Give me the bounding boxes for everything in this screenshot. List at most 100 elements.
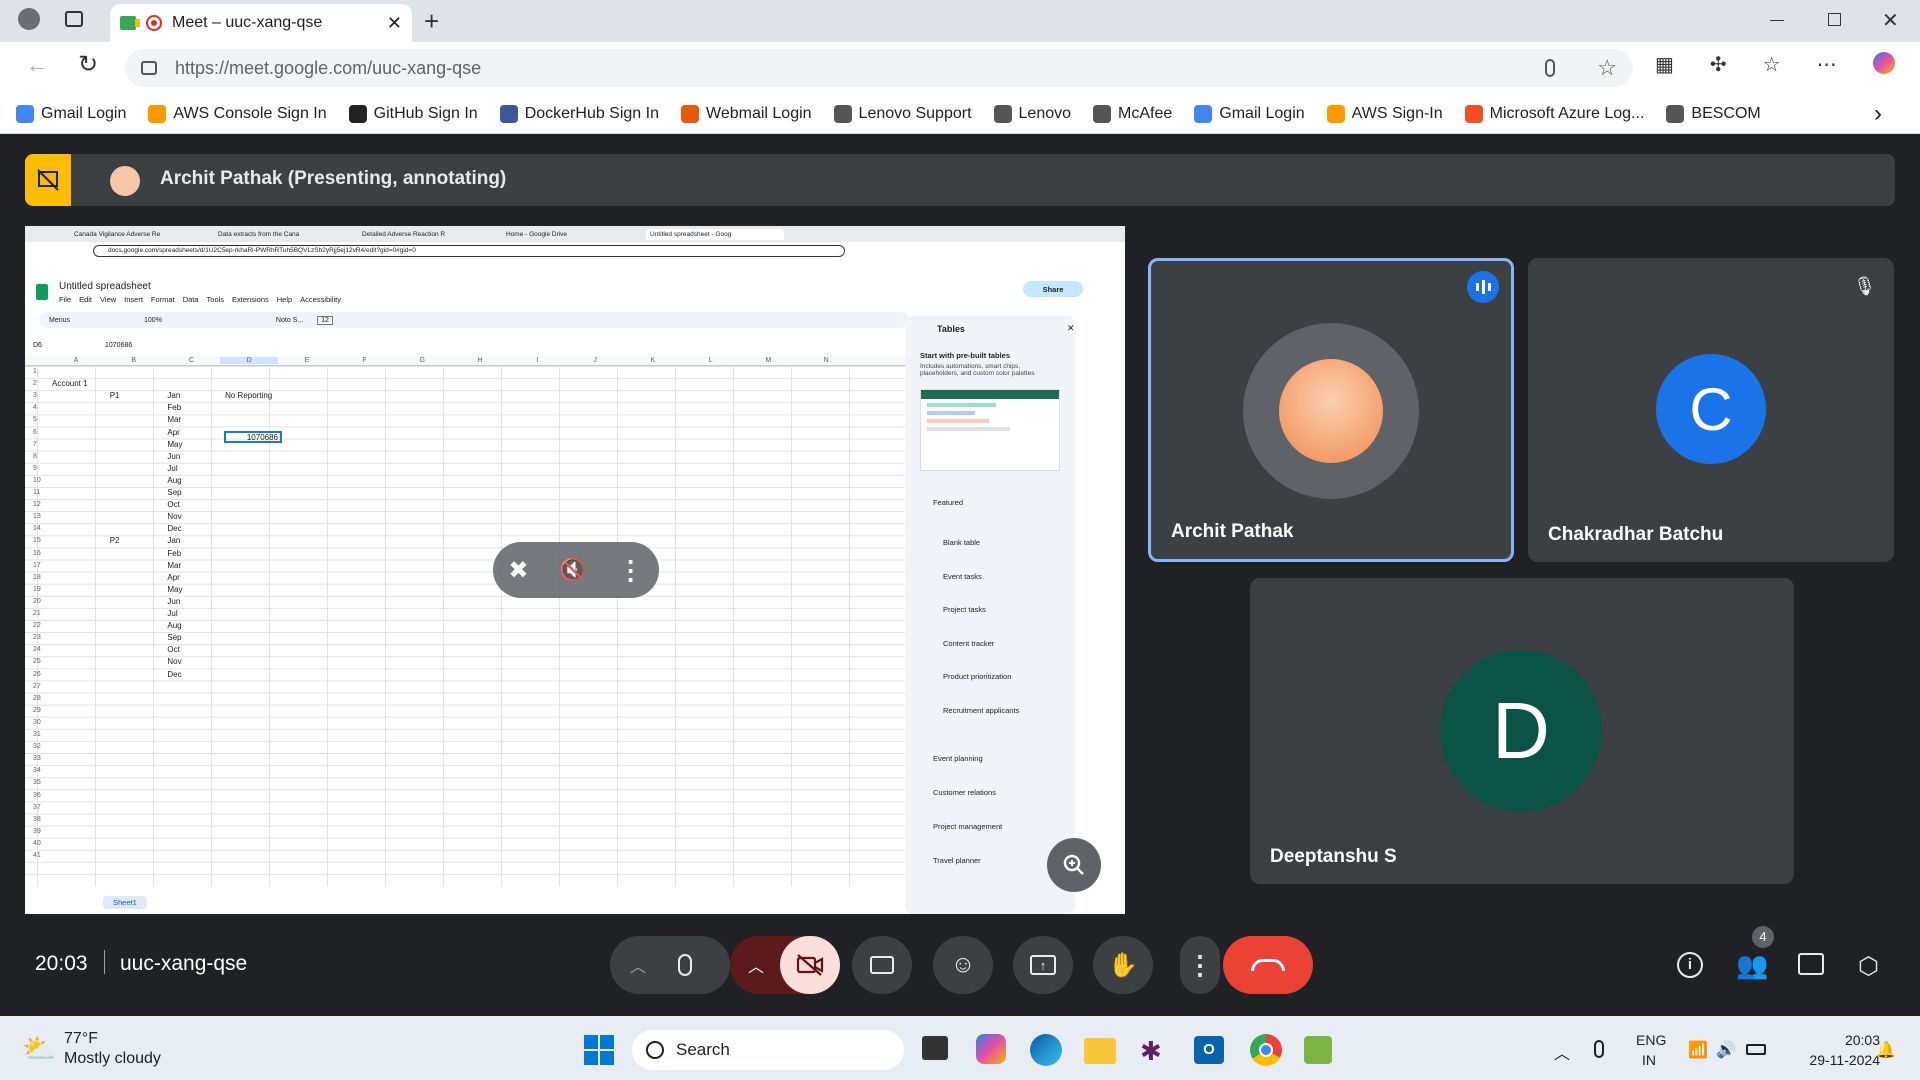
font-select[interactable]: Noto S... <box>276 317 303 324</box>
bookmarks-overflow-icon[interactable]: › <box>1874 100 1882 128</box>
table-template-item[interactable]: Recruitment applicants <box>943 706 1019 715</box>
activities-icon[interactable]: ⬡ <box>1858 952 1879 981</box>
row-header[interactable]: 28 <box>33 695 41 702</box>
table-template-group[interactable]: Event planning <box>933 754 983 763</box>
sheets-menu-item[interactable]: Extensions <box>232 295 269 304</box>
row-header[interactable]: 4 <box>33 404 37 411</box>
sheets-menu-item[interactable]: Insert <box>124 295 143 304</box>
share-button[interactable]: Share <box>1023 281 1083 297</box>
row-header[interactable]: 29 <box>33 707 41 714</box>
slack-icon[interactable]: ✱ <box>1140 1036 1162 1067</box>
more-icon[interactable]: ⋯ <box>1817 52 1837 77</box>
sheets-menu-item[interactable]: Edit <box>79 295 92 304</box>
sheets-menu-item[interactable]: Help <box>277 295 292 304</box>
column-header[interactable]: J <box>566 357 624 364</box>
task-view-icon[interactable] <box>922 1036 948 1060</box>
row-header[interactable]: 19 <box>33 586 41 593</box>
row-header[interactable]: 41 <box>33 852 41 859</box>
row-header[interactable]: 31 <box>33 731 41 738</box>
edge-icon[interactable] <box>1030 1034 1062 1066</box>
taskbar-time[interactable]: 20:03 <box>1800 1032 1880 1048</box>
row-header[interactable]: 33 <box>33 755 41 762</box>
sheet-cell[interactable]: Dec <box>167 524 181 533</box>
row-header[interactable]: 36 <box>33 792 41 799</box>
column-header[interactable]: H <box>451 357 509 364</box>
row-header[interactable]: 27 <box>33 683 41 690</box>
sheet-cell[interactable]: Mar <box>167 415 181 424</box>
bookmark-item[interactable]: Webmail Login <box>681 104 812 123</box>
sheet-cell[interactable]: Nov <box>167 657 181 666</box>
sheet-cell[interactable]: Jul <box>167 609 177 618</box>
extensions-icon[interactable]: ✣ <box>1710 52 1727 77</box>
row-header[interactable]: 37 <box>33 804 41 811</box>
table-template-group[interactable]: Customer relations <box>933 788 996 797</box>
row-header[interactable]: 18 <box>33 574 41 581</box>
column-header[interactable]: E <box>278 357 336 364</box>
site-info-icon[interactable] <box>141 61 157 75</box>
file-explorer-icon[interactable] <box>1084 1038 1116 1064</box>
featured-label[interactable]: Featured <box>933 498 963 507</box>
favorites-icon[interactable]: ☆ <box>1763 52 1781 77</box>
sheet-cell[interactable]: P1 <box>110 391 120 400</box>
column-header[interactable]: N <box>797 357 855 364</box>
taskbar-search[interactable]: Search <box>632 1030 904 1070</box>
sheet-cell[interactable]: May <box>167 585 182 594</box>
weather-icon[interactable]: ⛅ <box>22 1032 57 1065</box>
sheet-cell[interactable]: Feb <box>167 549 181 558</box>
sheet-cell[interactable]: No Reporting <box>225 391 272 400</box>
row-header[interactable]: 10 <box>33 477 41 484</box>
table-template-item[interactable]: Content tracker <box>943 639 994 648</box>
row-header[interactable]: 39 <box>33 828 41 835</box>
row-header[interactable]: 30 <box>33 719 41 726</box>
profile-icon[interactable] <box>18 8 40 30</box>
table-template-item[interactable]: Product prioritization <box>943 672 1011 681</box>
tab-actions-icon[interactable] <box>65 11 83 27</box>
sheet-cell[interactable]: Account 1 <box>52 379 88 388</box>
bookmark-item[interactable]: AWS Console Sign In <box>148 104 327 123</box>
bookmark-item[interactable]: Gmail Login <box>1194 104 1305 123</box>
minimize-icon[interactable] <box>1770 20 1784 21</box>
column-header[interactable]: K <box>624 357 682 364</box>
sheet-cell[interactable]: Feb <box>167 403 181 412</box>
table-template-item[interactable]: Event tasks <box>943 572 982 581</box>
taskbar-date[interactable]: 29-11-2024 <box>1790 1052 1880 1068</box>
table-template-group[interactable]: Project management <box>933 822 1002 831</box>
chat-icon[interactable] <box>1798 953 1824 975</box>
meeting-info-icon[interactable]: i <box>1677 952 1703 978</box>
battery-icon[interactable] <box>1746 1044 1766 1055</box>
sheet-tab[interactable]: Sheet1 <box>103 896 147 909</box>
bookmark-item[interactable]: Gmail Login <box>16 104 126 123</box>
back-icon[interactable]: ← <box>26 52 48 78</box>
language-label[interactable]: ENG <box>1636 1032 1666 1048</box>
sheet-cell[interactable]: Jun <box>167 597 180 606</box>
row-header[interactable]: 13 <box>33 513 41 520</box>
bookmark-item[interactable]: Microsoft Azure Log... <box>1464 104 1644 123</box>
sheet-cell[interactable]: Dec <box>167 670 181 679</box>
sheet-cell[interactable]: Sep <box>167 488 181 497</box>
audio-options-button[interactable]: ︿ <box>610 936 730 994</box>
sheet-cell[interactable]: Jul <box>167 464 177 473</box>
tile-chakradhar-batchu[interactable]: C 🎙 Chakradhar Batchu <box>1528 258 1894 562</box>
row-header[interactable]: 35 <box>33 779 41 786</box>
row-header[interactable]: 14 <box>33 525 41 532</box>
wifi-icon[interactable]: 📶 <box>1688 1040 1708 1060</box>
column-header[interactable]: M <box>739 357 797 364</box>
favorite-star-icon[interactable]: ☆ <box>1597 55 1617 81</box>
sheet-cell[interactable]: Apr <box>167 573 179 582</box>
bookmark-item[interactable]: McAfee <box>1093 104 1172 123</box>
row-header[interactable]: 34 <box>33 767 41 774</box>
row-header[interactable]: 6 <box>33 429 37 436</box>
row-header[interactable]: 11 <box>33 489 40 496</box>
leave-call-button[interactable] <box>1223 936 1313 994</box>
row-header[interactable]: 1 <box>33 368 37 375</box>
row-header[interactable]: 38 <box>33 816 41 823</box>
present-button[interactable]: ↑ <box>1013 936 1073 994</box>
people-icon[interactable]: 👥 <box>1736 950 1768 981</box>
row-header[interactable]: 5 <box>33 416 37 423</box>
tile-archit-pathak[interactable]: Archit Pathak <box>1148 258 1514 562</box>
sheet-cell[interactable]: Oct <box>167 500 179 509</box>
volume-icon[interactable]: 🔊 <box>1716 1040 1736 1060</box>
row-header[interactable]: 2 <box>33 380 37 387</box>
mic-permission-icon[interactable] <box>1545 59 1556 77</box>
more-options-icon[interactable]: ⋮ <box>618 555 644 586</box>
